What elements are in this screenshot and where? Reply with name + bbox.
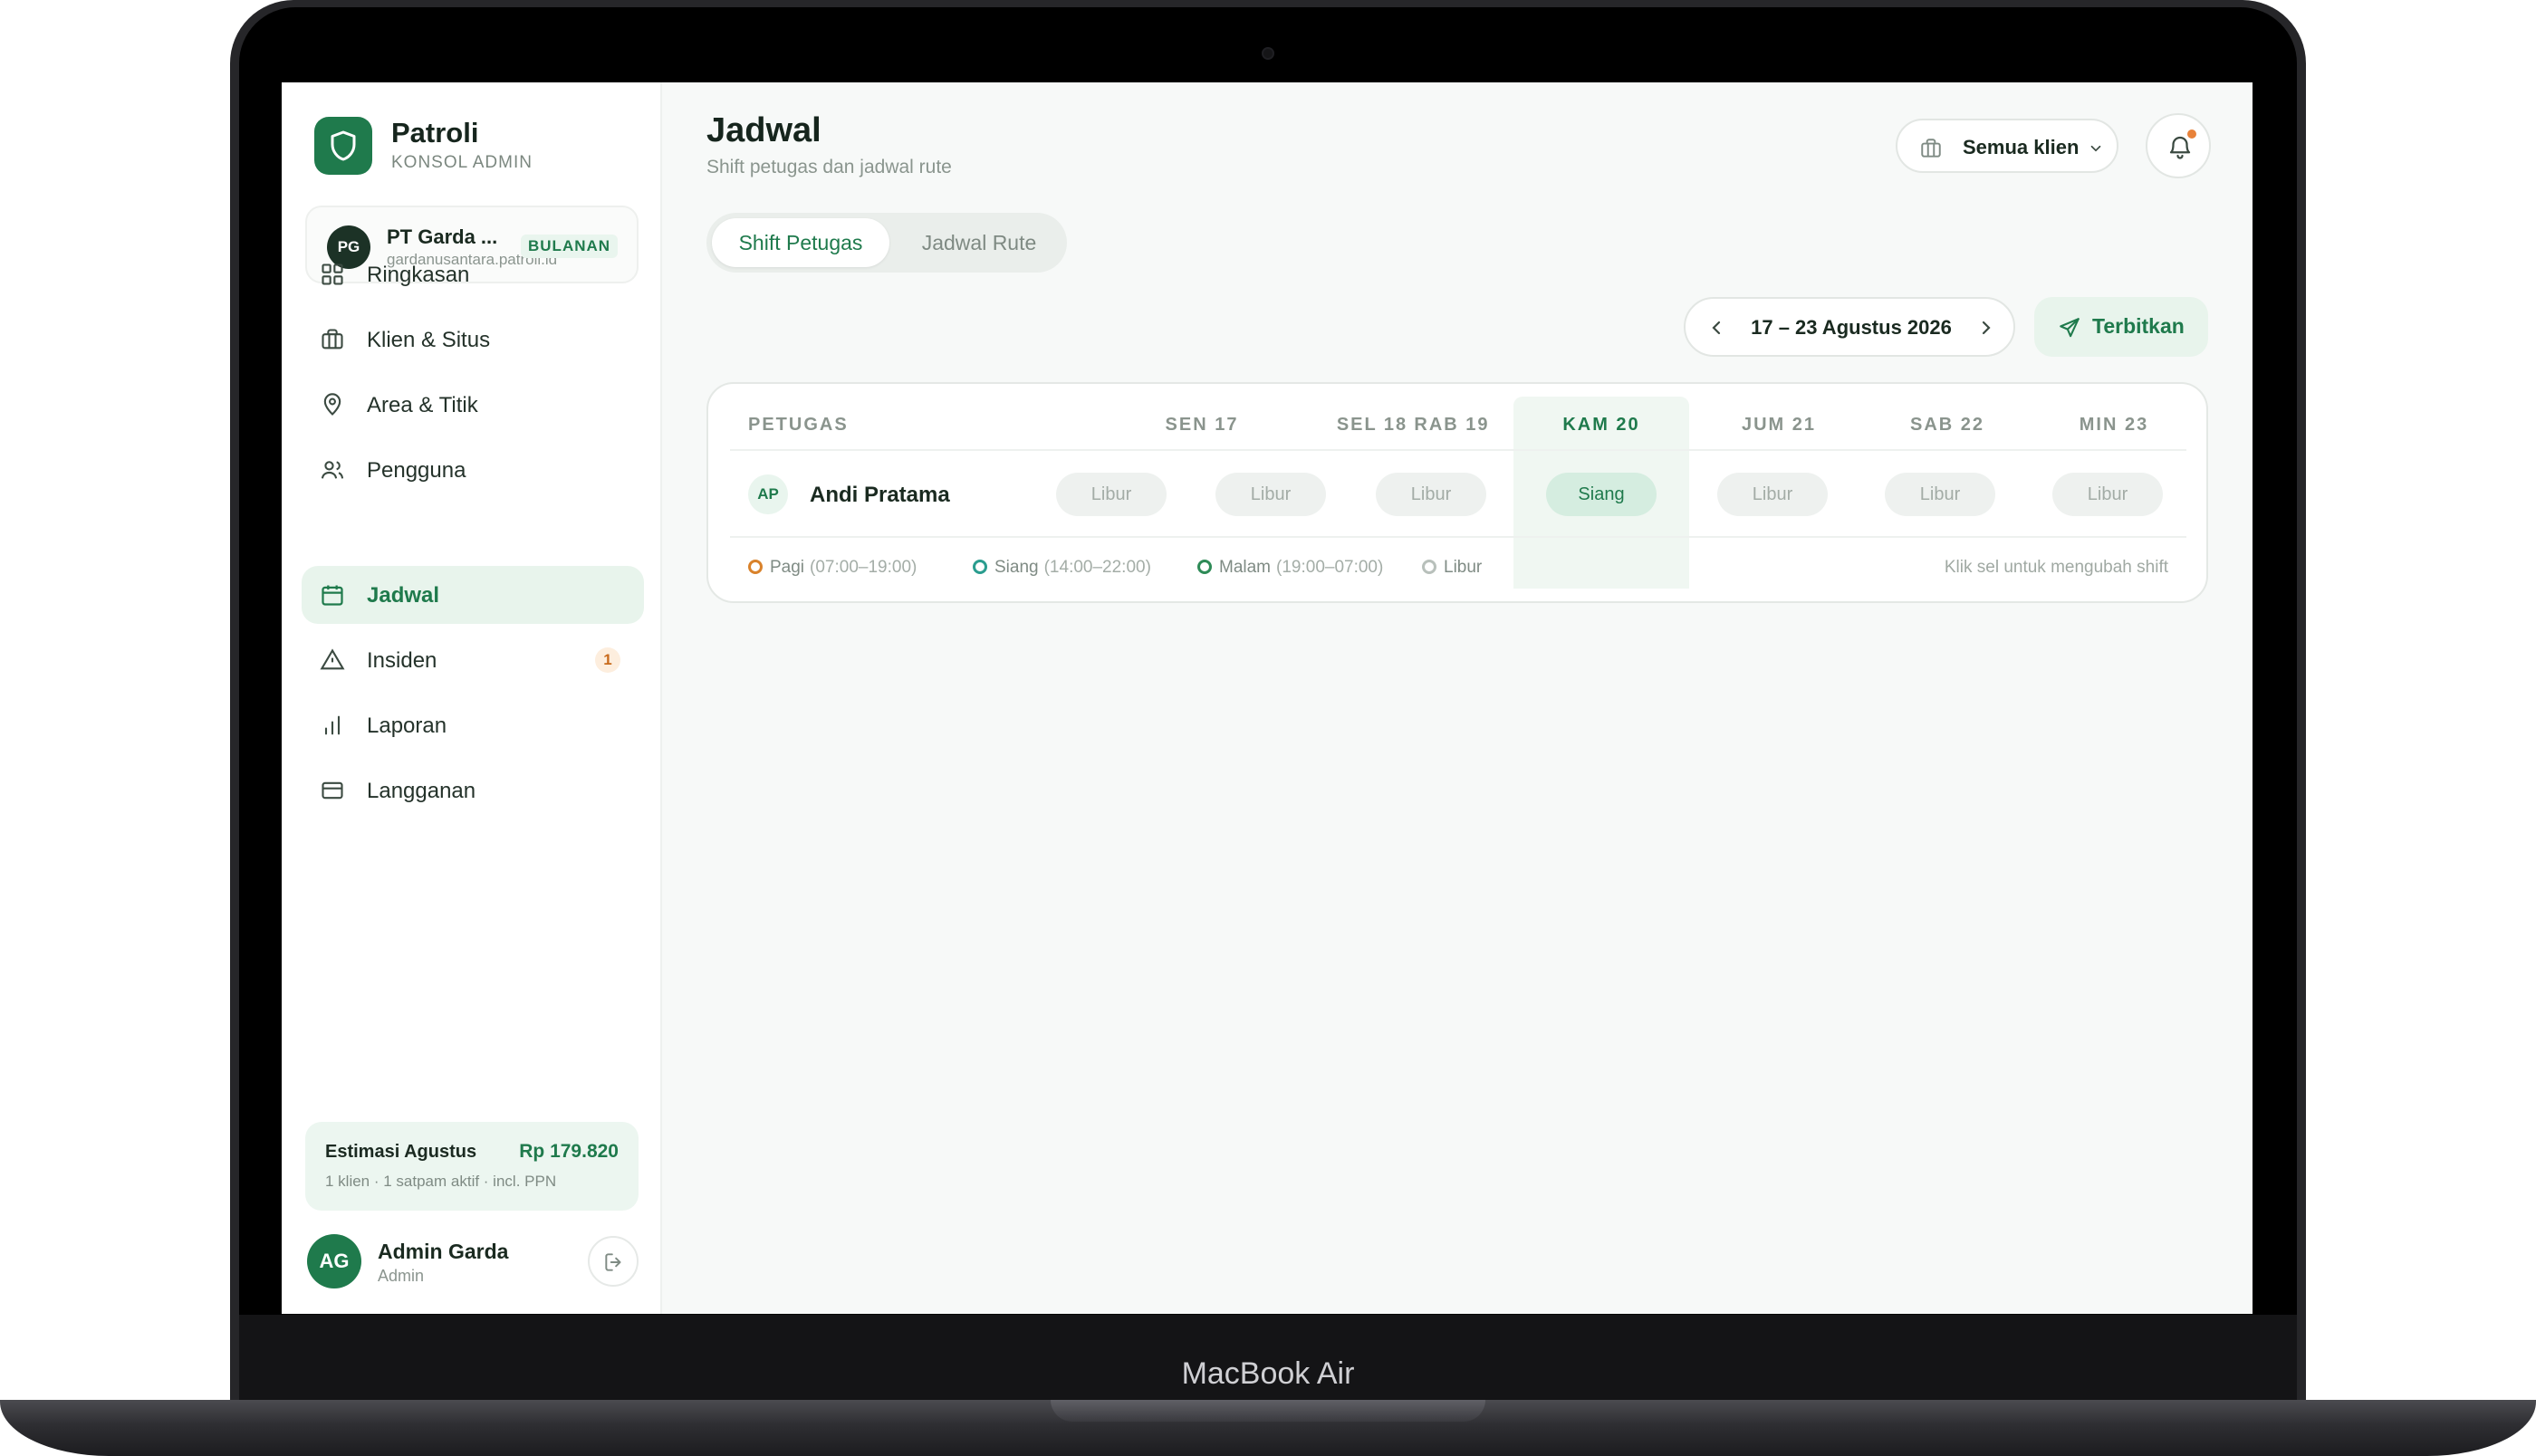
estimate-card: Estimasi Agustus Rp 179.820 1 klien · 1 … (305, 1122, 639, 1211)
officer-name: Andi Pratama (810, 483, 950, 507)
sidebar-item-insiden[interactable]: Insiden 1 (302, 631, 644, 689)
week-range: 17 – 23 Agustus 2026 (1751, 316, 1952, 339)
legend-item-libur: Libur (1422, 558, 1482, 578)
notification-dot (2187, 129, 2196, 139)
sidebar-item-ringkasan[interactable]: Ringkasan (302, 245, 644, 303)
alert-triangle-icon (320, 648, 345, 670)
day-header-jum: JUM 21 (1741, 415, 1817, 435)
tab-bar: Shift Petugas Jadwal Rute (706, 213, 1067, 273)
estimate-detail: 1 klien · 1 satpam aktif · incl. PPN (325, 1173, 557, 1190)
logout-button[interactable] (588, 1236, 639, 1287)
laptop-notch (1051, 1400, 1485, 1422)
send-icon (2060, 318, 2080, 338)
legend-item-pagi: Pagi (07:00–19:00) (748, 558, 917, 578)
bar-chart-icon (324, 715, 341, 735)
logout-icon (605, 1253, 621, 1271)
publish-button[interactable]: Terbitkan (2034, 297, 2208, 357)
legend-time: (14:00–22:00) (1043, 558, 1151, 577)
legend-ring-malam (1197, 560, 1212, 574)
incident-count-badge: 1 (595, 647, 620, 673)
sidebar-item-label: Langganan (367, 779, 476, 803)
legend-ring-libur (1422, 560, 1436, 574)
estimate-value: Rp 179.820 (519, 1141, 619, 1162)
row-divider (730, 536, 2186, 538)
shift-cell-sen[interactable]: Libur (1056, 473, 1167, 516)
publish-label: Terbitkan (2092, 314, 2185, 338)
legend-item-malam: Malam (19:00–07:00) (1197, 558, 1383, 578)
shift-cell-rab[interactable]: Libur (1376, 473, 1486, 516)
chevron-down-icon (2090, 145, 2101, 152)
credit-card-icon (322, 781, 343, 800)
legend-label: Siang (994, 558, 1039, 577)
edit-hint: Klik sel untuk mengubah shift (1944, 558, 2168, 577)
notifications-button[interactable] (2146, 113, 2211, 178)
sidebar-item-label: Pengguna (367, 458, 466, 483)
chevron-right-icon[interactable] (1975, 317, 1997, 339)
user-name: Admin Garda (378, 1240, 509, 1263)
map-pin-icon (323, 393, 341, 416)
brand-logo (314, 117, 372, 175)
page-subtitle: Shift petugas dan jadwal rute (706, 157, 952, 177)
sidebar-item-jadwal[interactable]: Jadwal (302, 566, 644, 624)
week-navigator: 17 – 23 Agustus 2026 (1684, 297, 2015, 357)
sidebar-item-laporan[interactable]: Laporan (302, 696, 644, 754)
sidebar-item-langganan[interactable]: Langganan (302, 762, 644, 819)
tab-jadwal-rute[interactable]: Jadwal Rute (897, 218, 1061, 267)
device-name: MacBook Air (1181, 1356, 1355, 1391)
shift-schedule-table: PETUGAS SEN 17 SEL 18 RAB 19 KAM 20 JUM … (706, 382, 2208, 603)
client-filter-label: Semua klien (1963, 136, 2080, 158)
day-header-kam: KAM 20 (1562, 415, 1640, 435)
shift-cell-kam[interactable]: Siang (1546, 473, 1657, 516)
users-icon (321, 461, 344, 479)
calendar-icon (322, 585, 343, 606)
tab-shift-petugas[interactable]: Shift Petugas (712, 218, 889, 267)
page-title: Jadwal (706, 111, 821, 149)
user-role: Admin (378, 1267, 425, 1285)
sidebar-item-label: Klien & Situs (367, 328, 491, 352)
legend-label: Malam (1219, 558, 1272, 577)
sidebar-item-label: Ringkasan (367, 263, 470, 287)
sidebar-item-label: Jadwal (367, 583, 440, 608)
legend-label: Pagi (770, 558, 805, 577)
briefcase-icon (1921, 139, 1941, 158)
legend-item-siang: Siang (14:00–22:00) (973, 558, 1151, 578)
legend-ring-pagi (748, 560, 763, 574)
shield-icon (331, 130, 356, 161)
legend-time: (19:00–07:00) (1276, 558, 1384, 577)
shift-cell-jum[interactable]: Libur (1717, 473, 1828, 516)
camera (1262, 47, 1274, 60)
sidebar-item-pengguna[interactable]: Pengguna (302, 441, 644, 499)
estimate-title: Estimasi Agustus (325, 1142, 477, 1162)
sidebar-item-label: Laporan (367, 714, 447, 738)
brand-name: Patroli (391, 117, 479, 148)
shift-cell-sel[interactable]: Libur (1215, 473, 1326, 516)
briefcase-icon (322, 329, 343, 350)
header-divider (730, 449, 2186, 451)
sidebar-item-label: Insiden (367, 648, 437, 673)
shift-cell-sab[interactable]: Libur (1885, 473, 1995, 516)
sidebar-item-klien-situs[interactable]: Klien & Situs (302, 311, 644, 369)
legend-label: Libur (1444, 558, 1483, 577)
grid-icon (322, 263, 343, 285)
sidebar-item-label: Area & Titik (367, 393, 478, 417)
app-screen: Patroli KONSOL ADMIN PG PT Garda ... gar… (282, 82, 2253, 1314)
day-header-sab: SAB 22 (1909, 415, 1985, 435)
shift-cell-min[interactable]: Libur (2052, 473, 2163, 516)
brand-subtitle: KONSOL ADMIN (391, 153, 533, 172)
client-filter-dropdown[interactable]: Semua klien (1896, 119, 2118, 173)
sidebar: Patroli KONSOL ADMIN PG PT Garda ... gar… (282, 82, 662, 1314)
sidebar-item-area-titik[interactable]: Area & Titik (302, 376, 644, 434)
day-header-min: MIN 23 (2079, 415, 2149, 435)
officer-avatar: AP (748, 474, 788, 514)
legend-time: (07:00–19:00) (810, 558, 917, 577)
legend-ring-siang (973, 560, 987, 574)
avatar: AG (307, 1234, 361, 1288)
